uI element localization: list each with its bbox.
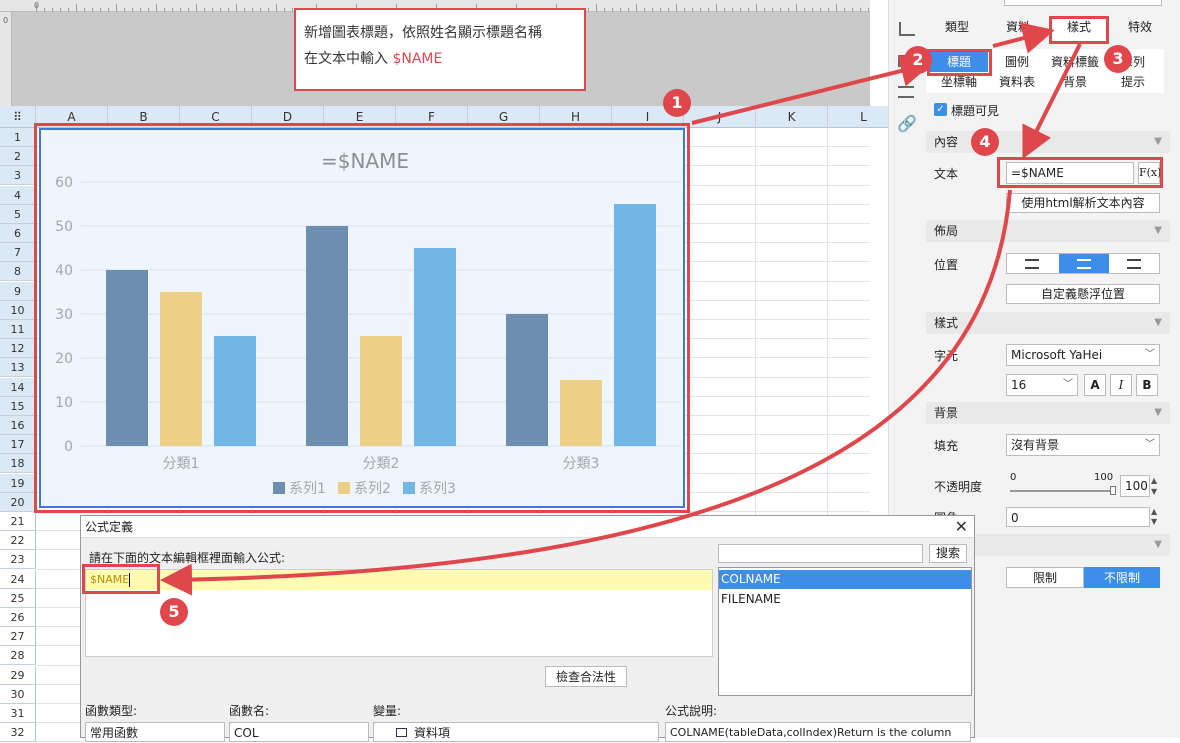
- arrow-3: [1022, 43, 1082, 160]
- step-badge-5: 5: [160, 598, 188, 626]
- annotation-arrows: [160, 22, 1082, 596]
- step-badge-2: 2: [904, 46, 932, 74]
- step-badge-3: 3: [1104, 45, 1132, 73]
- step-badge-1: 1: [663, 89, 691, 117]
- arrow-4: [160, 189, 1012, 596]
- arrow-1: [691, 55, 933, 125]
- arrow-2: [992, 22, 1055, 54]
- step-badge-4: 4: [971, 128, 999, 156]
